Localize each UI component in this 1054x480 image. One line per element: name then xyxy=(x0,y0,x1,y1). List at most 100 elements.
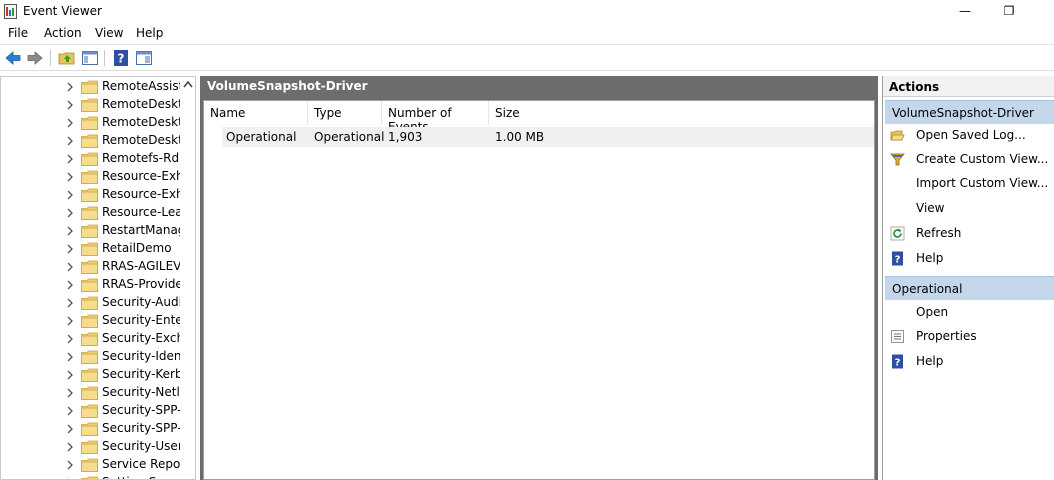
chevron-right-icon[interactable] xyxy=(65,261,75,273)
tree-item[interactable]: Security-Enterp xyxy=(1,312,183,330)
chevron-right-icon[interactable] xyxy=(65,171,75,183)
tree-item-label: Security-Audit xyxy=(102,295,180,309)
tree-item[interactable]: RRAS-Provider xyxy=(1,276,183,294)
toolbar-separator xyxy=(50,50,51,66)
minimize-button[interactable]: — xyxy=(942,0,988,23)
console-tree[interactable]: RemoteAssista RemoteDeskto RemoteDeskto Rem… xyxy=(0,76,196,480)
chevron-right-icon[interactable] xyxy=(65,315,75,327)
chevron-right-icon[interactable] xyxy=(65,81,75,93)
menu-view[interactable]: View xyxy=(95,26,123,40)
chevron-right-icon[interactable] xyxy=(65,189,75,201)
chevron-right-icon[interactable] xyxy=(65,279,75,291)
folder-icon xyxy=(81,206,98,220)
chevron-right-icon[interactable] xyxy=(65,351,75,363)
tree-item[interactable]: RemoteDeskto xyxy=(1,114,183,132)
help-icon[interactable]: ? xyxy=(112,49,130,67)
cell-events: 1,903 xyxy=(388,130,423,144)
folder-icon xyxy=(81,242,98,256)
tree-item[interactable]: Security-Netlo xyxy=(1,384,183,402)
column-header-size[interactable]: Size xyxy=(489,101,609,125)
action-refresh[interactable]: Refresh xyxy=(883,222,1054,246)
actions-section-operational[interactable]: Operational xyxy=(885,276,1054,300)
folder-icon xyxy=(81,350,98,364)
chevron-right-icon[interactable] xyxy=(65,243,75,255)
scroll-up-icon[interactable] xyxy=(183,80,193,88)
tree-item[interactable]: RestartManage xyxy=(1,222,183,240)
folder-icon xyxy=(81,260,98,274)
menu-action[interactable]: Action xyxy=(44,26,82,40)
chevron-right-icon[interactable] xyxy=(65,333,75,345)
maximize-button[interactable]: ❐ xyxy=(986,0,1032,23)
tree-item[interactable]: Security-Audit xyxy=(1,294,183,312)
tree-item-label: RemoteAssista xyxy=(102,79,180,93)
tree-item[interactable]: Resource-Exha xyxy=(1,186,183,204)
chevron-right-icon[interactable] xyxy=(65,459,75,471)
chevron-right-icon[interactable] xyxy=(65,405,75,417)
tree-item[interactable]: Service Report xyxy=(1,456,183,474)
tree-item-label: RemoteDeskto xyxy=(102,115,180,129)
chevron-right-icon[interactable] xyxy=(65,423,75,435)
menu-file[interactable]: File xyxy=(8,26,28,40)
action-properties[interactable]: Properties xyxy=(883,325,1054,349)
tree-item[interactable]: Remotefs-Rdb xyxy=(1,150,183,168)
tree-item-label: Security-UserC xyxy=(102,439,180,453)
tree-scrollbar[interactable] xyxy=(181,77,195,479)
chevron-right-icon[interactable] xyxy=(65,441,75,453)
tree-item[interactable]: RemoteDeskto xyxy=(1,132,183,150)
chevron-right-icon[interactable] xyxy=(65,117,75,129)
back-icon[interactable] xyxy=(4,49,22,67)
show-hide-action-pane-icon[interactable] xyxy=(135,49,153,67)
tree-item[interactable]: RemoteAssista xyxy=(1,78,183,96)
tree-item[interactable]: Setting Sync xyxy=(1,474,183,479)
chevron-right-icon[interactable] xyxy=(65,135,75,147)
chevron-right-icon[interactable] xyxy=(65,387,75,399)
action-import-custom-view[interactable]: Import Custom View... xyxy=(883,172,1054,196)
column-header-events[interactable]: Number of Events xyxy=(382,101,489,134)
chevron-right-icon[interactable] xyxy=(65,207,75,219)
action-help-operational[interactable]: ? Help xyxy=(883,350,1054,374)
action-label: Open xyxy=(916,305,949,319)
folder-icon xyxy=(81,152,98,166)
action-create-custom-view[interactable]: Create Custom View... xyxy=(883,148,1054,172)
chevron-right-icon[interactable] xyxy=(65,153,75,165)
chevron-right-icon[interactable] xyxy=(65,225,75,237)
actions-section-volumesnapshot[interactable]: VolumeSnapshot-Driver xyxy=(885,100,1054,124)
tree-item[interactable]: Resource-Leak xyxy=(1,204,183,222)
help-icon: ? xyxy=(892,251,903,266)
tree-item[interactable]: Security-UserC xyxy=(1,438,183,456)
tree-item[interactable]: Security-SPP-U xyxy=(1,420,183,438)
tree-item[interactable]: RetailDemo xyxy=(1,240,183,258)
tree-item[interactable]: Security-Identi xyxy=(1,348,183,366)
action-help[interactable]: ? Help xyxy=(883,247,1054,271)
toolbar: ? xyxy=(0,44,1054,71)
action-view[interactable]: View xyxy=(883,197,1054,221)
tree-item[interactable]: Security-SPP-U xyxy=(1,402,183,420)
chevron-right-icon[interactable] xyxy=(65,99,75,111)
action-open[interactable]: Open xyxy=(883,301,1054,325)
log-list[interactable]: Name Type Number of Events Size Operatio… xyxy=(203,100,875,480)
tree-item-label: Security-Kerbe xyxy=(102,367,180,381)
actions-title: Actions xyxy=(883,76,1054,97)
action-label: Import Custom View... xyxy=(916,176,1049,190)
column-header-name[interactable]: Name xyxy=(204,101,308,125)
action-open-saved-log[interactable]: Open Saved Log... xyxy=(883,124,1054,148)
up-folder-icon[interactable] xyxy=(58,49,76,67)
tree-item[interactable]: RRAS-AGILEVP xyxy=(1,258,183,276)
svg-text:?: ? xyxy=(895,255,901,266)
show-hide-tree-icon[interactable] xyxy=(81,49,99,67)
tree-item-label: RemoteDeskto xyxy=(102,97,180,111)
column-header-type[interactable]: Type xyxy=(308,101,382,125)
chevron-right-icon[interactable] xyxy=(65,369,75,381)
tree-item[interactable]: RemoteDeskto xyxy=(1,96,183,114)
event-viewer-app-icon xyxy=(4,4,17,19)
tree-item[interactable]: Security-Kerbe xyxy=(1,366,183,384)
menu-help[interactable]: Help xyxy=(136,26,163,40)
tree-item[interactable]: Security-Excha xyxy=(1,330,183,348)
forward-icon[interactable] xyxy=(26,49,44,67)
folder-icon xyxy=(81,224,98,238)
tree-item-label: RestartManage xyxy=(102,223,180,237)
folder-icon xyxy=(81,134,98,148)
svg-text:?: ? xyxy=(895,358,901,369)
chevron-right-icon[interactable] xyxy=(65,297,75,309)
tree-item[interactable]: Resource-Exha xyxy=(1,168,183,186)
